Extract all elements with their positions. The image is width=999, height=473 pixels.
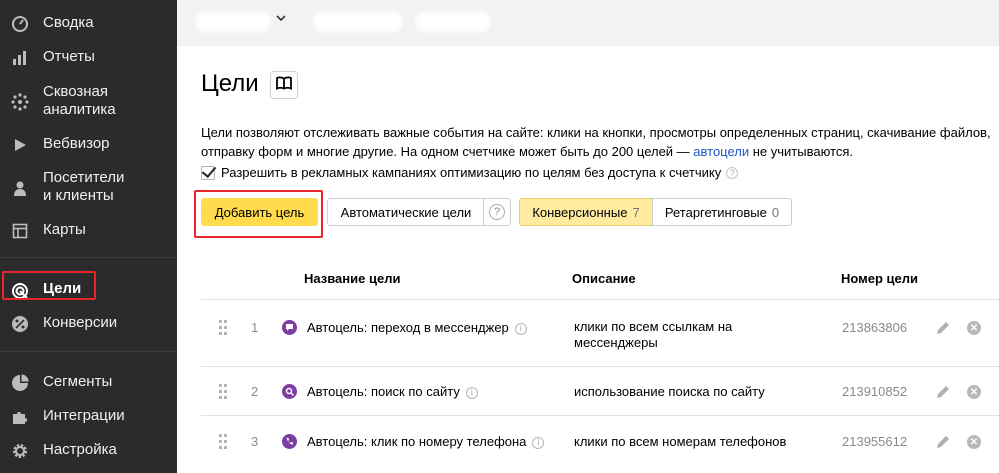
tab-count: 7 bbox=[632, 204, 640, 220]
delete-icon[interactable]: ✕ bbox=[967, 435, 981, 449]
delete-icon[interactable]: ✕ bbox=[967, 321, 981, 335]
auto-goals-button[interactable]: Автоматические цели bbox=[327, 198, 484, 226]
puzzle-icon bbox=[10, 407, 30, 427]
info-icon[interactable]: i bbox=[532, 437, 545, 449]
pencil-edit-icon[interactable] bbox=[935, 384, 951, 400]
table-row: 1 Автоцель: переход в мессенджер i клики … bbox=[201, 299, 999, 366]
pie-segment-icon bbox=[10, 373, 30, 393]
sidebar: Сводка Отчеты Сквозная аналитика Вебвизо… bbox=[0, 0, 177, 473]
optimization-checkbox[interactable] bbox=[201, 165, 215, 180]
sidebar-item-label: Вебвизор bbox=[43, 135, 110, 152]
goal-name-text: Автоцель: переход в мессенджер bbox=[307, 320, 509, 335]
person-icon bbox=[10, 178, 30, 198]
crossflow-analytics-icon bbox=[10, 92, 30, 112]
drag-handle-icon[interactable] bbox=[219, 434, 229, 450]
gear-icon bbox=[10, 441, 30, 461]
sidebar-item-label: Сегменты bbox=[43, 373, 113, 390]
goal-id: 213910852 bbox=[842, 384, 908, 399]
sidebar-item-label: Карты bbox=[43, 221, 86, 238]
dashboard-gauge-icon bbox=[10, 14, 30, 34]
tab-conversion[interactable]: Конверсионные 7 bbox=[519, 198, 653, 226]
map-layout-icon bbox=[10, 221, 30, 241]
chevron-down-icon[interactable] bbox=[275, 12, 287, 27]
goal-id: 213863806 bbox=[842, 320, 908, 335]
column-header-id: Номер цели bbox=[841, 271, 919, 286]
auto-goals-help-button[interactable]: ? bbox=[483, 198, 511, 226]
sidebar-divider bbox=[0, 257, 177, 258]
sidebar-item-label: Сквозная аналитика bbox=[43, 83, 116, 118]
sidebar-item-label: Настройка bbox=[43, 441, 117, 458]
help-book-button[interactable] bbox=[270, 71, 298, 99]
goal-description: клики по всем номерам телефонов bbox=[574, 434, 787, 449]
drag-handle-icon[interactable] bbox=[219, 320, 229, 336]
help-icon: ? bbox=[489, 204, 505, 220]
goal-name-text: Автоцель: клик по номеру телефона bbox=[307, 434, 527, 449]
add-goal-highlight bbox=[194, 190, 323, 238]
book-icon bbox=[276, 75, 292, 95]
goal-name[interactable]: Автоцель: переход в мессенджер i bbox=[307, 320, 527, 336]
sidebar-item-label: Посетители и клиенты bbox=[43, 169, 125, 204]
info-icon[interactable]: i bbox=[465, 387, 478, 399]
pencil-edit-icon[interactable] bbox=[935, 434, 951, 450]
sidebar-divider bbox=[0, 351, 177, 352]
play-icon bbox=[10, 135, 30, 155]
checkbox-label: Разрешить в рекламных кампаниях оптимиза… bbox=[221, 165, 722, 180]
counter-id-blurred bbox=[415, 12, 491, 32]
column-header-name: Название цели bbox=[304, 271, 401, 286]
page-title: Цели bbox=[201, 70, 259, 97]
active-item-highlight bbox=[2, 271, 96, 300]
description-tail: не учитываются. bbox=[749, 144, 854, 159]
goal-name[interactable]: Автоцель: клик по номеру телефона i bbox=[307, 434, 545, 450]
delete-icon[interactable]: ✕ bbox=[967, 385, 981, 399]
question-icon[interactable]: ? bbox=[726, 166, 739, 179]
sidebar-item-label: Конверсии bbox=[43, 314, 118, 331]
counter-name-blurred bbox=[313, 12, 403, 32]
messenger-icon bbox=[282, 320, 297, 335]
tab-label: Конверсионные bbox=[532, 204, 628, 220]
row-number: 2 bbox=[251, 384, 259, 399]
drag-handle-icon[interactable] bbox=[219, 384, 229, 400]
info-icon[interactable]: i bbox=[514, 323, 527, 335]
sidebar-item-label: Интеграции bbox=[43, 407, 125, 424]
bar-chart-icon bbox=[10, 48, 30, 68]
top-bar bbox=[177, 0, 999, 46]
percent-icon bbox=[10, 314, 30, 334]
search-icon bbox=[282, 384, 297, 399]
row-number: 1 bbox=[251, 320, 259, 335]
table-row: 3 Автоцель: клик по номеру телефона i кли… bbox=[201, 415, 999, 473]
autogoals-link[interactable]: автоцели bbox=[693, 144, 749, 159]
counter-selector-blurred[interactable] bbox=[195, 12, 271, 32]
goal-name-text: Автоцель: поиск по сайту bbox=[307, 384, 460, 399]
phone-icon bbox=[282, 434, 297, 449]
goal-name[interactable]: Автоцель: поиск по сайту i bbox=[307, 384, 478, 400]
tab-label: Ретаргетинговые bbox=[664, 204, 767, 220]
goal-description: использование поиска по сайту bbox=[574, 384, 765, 399]
tab-count: 0 bbox=[771, 204, 780, 220]
tab-retargeting[interactable]: Ретаргетинговые 0 bbox=[652, 198, 792, 226]
row-number: 3 bbox=[251, 434, 259, 449]
goal-id: 213955612 bbox=[842, 434, 908, 449]
description-text: Цели позволяют отслеживать важные событи… bbox=[201, 125, 991, 159]
goal-description: клики по всем ссылкам на мессенджеры bbox=[574, 319, 733, 350]
table-row: 2 Автоцель: поиск по сайту i использовани… bbox=[201, 366, 999, 415]
optimization-checkbox-row[interactable]: Разрешить в рекламных кампаниях оптимиза… bbox=[201, 165, 739, 180]
column-header-description: Описание bbox=[572, 271, 636, 286]
sidebar-item-label: Сводка bbox=[43, 14, 94, 31]
goals-description: Цели позволяют отслеживать важные событи… bbox=[201, 123, 991, 161]
pencil-edit-icon[interactable] bbox=[935, 320, 951, 336]
sidebar-item-label: Отчеты bbox=[43, 48, 95, 65]
